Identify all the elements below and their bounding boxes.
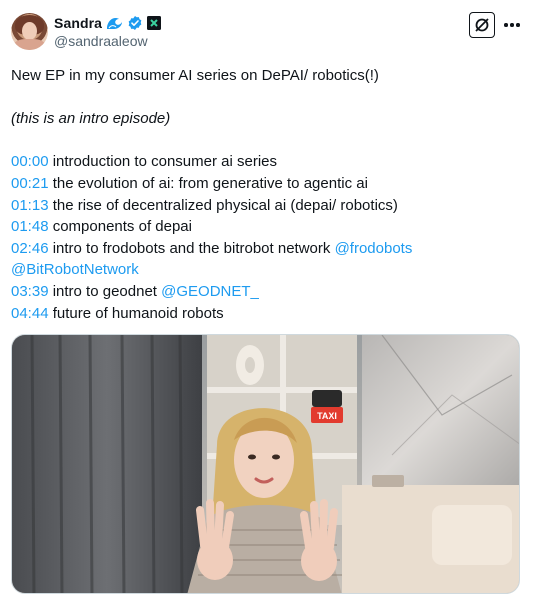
timestamp-link[interactable]: 00:00 xyxy=(11,153,49,170)
chapter-item-continued: @BitRobotNetwork xyxy=(11,259,526,281)
tweet-header: Sandra @sandraaleow xyxy=(0,0,534,56)
tweet-text: New EP in my consumer AI series on DePAI… xyxy=(11,65,526,324)
timestamp-link[interactable]: 01:13 xyxy=(11,197,49,214)
chapter-item: 00:21 the evolution of ai: from generati… xyxy=(11,174,368,192)
mention-link[interactable]: @GEODNET_ xyxy=(161,283,259,300)
timestamp-link[interactable]: 02:46 xyxy=(11,240,49,257)
video-thumbnail[interactable]: TAXI xyxy=(11,334,520,594)
chapter-item: 04:44 future of humanoid robots xyxy=(11,304,224,322)
verified-icon[interactable] xyxy=(127,15,143,31)
mention-link[interactable]: @BitRobotNetwork xyxy=(11,261,139,278)
mention-link[interactable]: @frodobots xyxy=(335,240,413,257)
chapter-item: 00:00 introduction to consumer ai series xyxy=(11,153,277,171)
handle[interactable]: @sandraaleow xyxy=(54,33,148,49)
chapter-item: 01:48 components of depai xyxy=(11,218,192,236)
wave-icon xyxy=(106,16,123,30)
tweet-intro: New EP in my consumer AI series on DePAI… xyxy=(11,67,379,84)
timestamp-link[interactable]: 03:39 xyxy=(11,283,49,300)
more-icon[interactable] xyxy=(503,18,521,32)
display-name[interactable]: Sandra xyxy=(54,15,102,31)
chapter-item: 01:13 the rise of decentralized physical… xyxy=(11,196,398,214)
chapter-item: 03:39 intro to geodnet @GEODNET_ xyxy=(11,282,259,300)
video-scene: TAXI xyxy=(12,335,519,593)
tweet-note: (this is an intro episode) xyxy=(11,110,171,128)
affiliation-icon[interactable] xyxy=(147,16,162,30)
grok-icon[interactable] xyxy=(469,12,495,38)
taxi-sign: TAXI xyxy=(317,411,337,421)
chapter-item: 02:46 intro to frodobots and the bitrobo… xyxy=(11,239,413,257)
author-name-row: Sandra xyxy=(54,14,162,32)
timestamp-link[interactable]: 01:48 xyxy=(11,218,49,235)
timestamp-link[interactable]: 04:44 xyxy=(11,305,49,322)
avatar[interactable] xyxy=(11,13,48,50)
timestamp-link[interactable]: 00:21 xyxy=(11,175,49,192)
